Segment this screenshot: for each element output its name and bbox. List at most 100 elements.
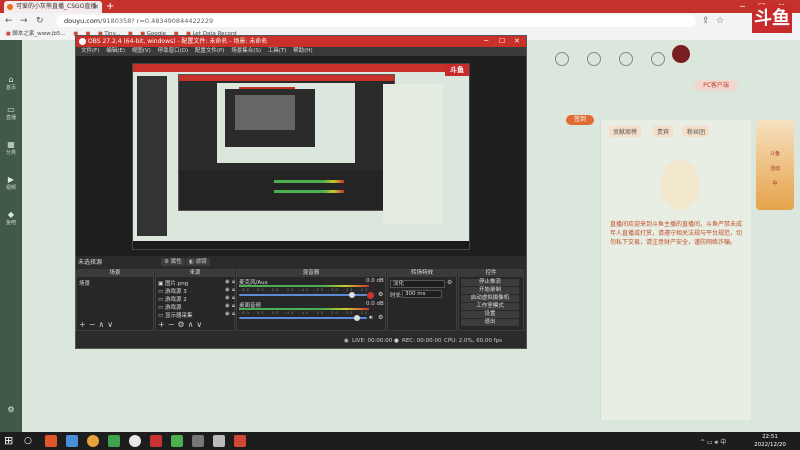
stop-streaming-button[interactable]: 停止推流 — [461, 279, 519, 286]
volume-slider[interactable] — [239, 317, 367, 319]
start-recording-button[interactable]: 开始录制 — [461, 287, 519, 294]
source-controls[interactable]: +−⚙∧∨ — [158, 320, 205, 329]
muted-speaker-icon[interactable] — [367, 292, 374, 299]
url-input[interactable]: douyu.com/9180358? r=0.483490844422229 — [56, 15, 696, 27]
rail-item[interactable]: ▦ 分类 — [0, 140, 22, 156]
settings-button[interactable]: 设置 — [461, 311, 519, 318]
sign-button[interactable]: 签到 — [566, 115, 594, 125]
close-window-icon[interactable]: ✕ — [514, 36, 520, 47]
windows-start-icon[interactable]: ⊞ — [4, 435, 13, 447]
clock[interactable]: 22:51 2022/12/20 — [746, 433, 794, 449]
virtual-camera-button[interactable]: 启动虚拟摄像机 — [461, 295, 519, 302]
rail-item[interactable]: ▭ 直播 — [0, 105, 22, 121]
bookmark-item[interactable]: 脚本之家_www.jb5... — [6, 31, 66, 37]
eye-icon[interactable]: ◉ — [225, 295, 230, 301]
star-icon[interactable]: ☆ — [716, 15, 724, 27]
menu-tools[interactable]: 工具(T) — [268, 48, 287, 54]
menu-file[interactable]: 文件(F) — [81, 48, 99, 54]
menu-view[interactable]: 视图(V) — [132, 48, 151, 54]
taskbar-app-icon[interactable] — [192, 435, 204, 447]
new-tab-button[interactable]: + — [106, 0, 114, 13]
exit-button[interactable]: 退出 — [461, 319, 519, 326]
source-item[interactable]: ▭ 游戏源 2 ◉ 🔒︎ — [158, 295, 235, 303]
menu-profile[interactable]: 配置文件(P) — [195, 48, 225, 54]
avatar[interactable] — [672, 45, 690, 63]
reload-icon[interactable]: ↻ — [36, 15, 44, 27]
lock-icon[interactable]: 🔒︎ — [232, 303, 235, 310]
top-icon[interactable] — [580, 52, 608, 68]
taskbar-app-icon[interactable] — [108, 435, 120, 447]
gear-icon[interactable]: ⚙ — [378, 291, 383, 298]
taskbar-app-icon[interactable] — [213, 435, 225, 447]
rail-item[interactable]: ◆ 鱼吧 — [0, 210, 22, 226]
taskbar-app-icon[interactable] — [45, 435, 57, 447]
site-left-rail — [0, 40, 22, 432]
scene-controls[interactable]: +−∧∨ — [79, 320, 116, 329]
preview-canvas[interactable]: 斗鱼 — [132, 63, 470, 250]
menu-scene-collection[interactable]: 场景集合(S) — [231, 48, 261, 54]
taskbar-app-icon[interactable] — [171, 435, 183, 447]
lock-icon[interactable]: 🔒︎ — [232, 279, 235, 286]
browser-tab[interactable]: 可爱的小灰熊直播_CSGO直播 ✕ — [4, 1, 102, 13]
tab-vip[interactable]: 贵宾 — [653, 126, 674, 137]
search-icon[interactable]: ○ — [24, 436, 32, 446]
eye-icon[interactable]: ◉ — [225, 287, 230, 293]
menu-docks[interactable]: 停靠窗口(D) — [158, 48, 189, 54]
volume-knob[interactable] — [353, 315, 360, 321]
lock-icon[interactable]: 🔒︎ — [232, 287, 235, 294]
studio-mode-button[interactable]: 工作室模式 — [461, 303, 519, 310]
clock-date: 2022/12/20 — [754, 442, 786, 448]
mixer-db: 0.0 dB — [366, 278, 384, 284]
mascot-image — [660, 160, 700, 210]
volume-slider[interactable] — [239, 294, 367, 296]
taskbar-app-icon[interactable] — [234, 435, 246, 447]
filters-button[interactable]: ◐ 滤镜 — [186, 258, 210, 266]
scene-item[interactable]: 场景 — [79, 279, 90, 287]
duration-input[interactable]: 300 ms — [402, 290, 442, 298]
top-icon[interactable] — [548, 52, 576, 68]
menu-edit[interactable]: 编辑(E) — [106, 48, 125, 54]
gear-icon[interactable]: ⚙ — [378, 314, 383, 321]
obs-menu-bar: 文件(F) 编辑(E) 视图(V) 停靠窗口(D) 配置文件(P) 场景集合(S… — [76, 47, 526, 56]
taskbar-app-icon[interactable] — [129, 435, 141, 447]
eye-icon[interactable]: ◉ — [225, 279, 230, 285]
taskbar-app-icon[interactable] — [87, 435, 99, 447]
speaker-icon[interactable]: 🔊︎ — [369, 314, 373, 322]
rail-item[interactable]: ▶ 视频 — [0, 175, 22, 191]
url-host: douyu.com — [64, 17, 101, 25]
rail-item[interactable]: ⚙ — [0, 405, 22, 414]
source-item[interactable]: ▭ 显示器采集 ◉ 🔒︎ — [158, 311, 235, 319]
menu-help[interactable]: 帮助(H) — [293, 48, 312, 54]
volume-knob[interactable] — [348, 292, 355, 298]
tab-fans[interactable]: 粉丝团 — [683, 126, 710, 137]
forward-icon[interactable]: → — [20, 15, 28, 27]
properties-button[interactable]: ⚙ 属性 — [161, 258, 185, 266]
duration-label: 时长 — [390, 293, 402, 299]
source-item[interactable]: ▭ 游戏源 3 ◉ 🔒︎ — [158, 287, 235, 295]
gear-icon[interactable]: ⚙ — [447, 279, 452, 286]
system-tray[interactable]: ^ ▭ 🔊︎ 中 — [700, 437, 726, 447]
tab-weekly[interactable]: 贡献周榜 — [609, 126, 642, 137]
transition-select[interactable]: 淡化 — [390, 280, 445, 288]
promo-banner[interactable]: 斗鱼 活动 中 — [756, 120, 794, 210]
back-icon[interactable]: ← — [5, 15, 13, 27]
minimize-icon[interactable]: ─ — [740, 0, 745, 13]
rail-item[interactable]: ⌂ 首页 — [0, 75, 22, 91]
eye-icon[interactable]: ◉ — [225, 303, 230, 309]
taskbar-app-icon[interactable] — [150, 435, 162, 447]
close-icon[interactable]: ✕ — [93, 1, 99, 13]
minimize-icon[interactable]: ─ — [484, 36, 488, 47]
source-item[interactable]: ▭ 游戏源 ◉ 🔒︎ — [158, 303, 235, 311]
eye-icon[interactable]: ◉ — [225, 311, 230, 317]
preview-meter — [274, 190, 344, 193]
share-icon[interactable]: ⇪ — [702, 15, 710, 27]
chat-message: 直播间欢迎来到斗鱼主播的直播间，斗鱼严禁未成年人直播或打赏，请遵守相关法规与平台… — [610, 221, 743, 246]
taskbar-app-icon[interactable] — [66, 435, 78, 447]
pc-client-button[interactable]: PC客户端 — [694, 80, 738, 91]
maximize-icon[interactable]: ☐ — [499, 36, 505, 47]
source-item[interactable]: ▣ 图片.png ◉ 🔒︎ — [158, 279, 235, 287]
lock-icon[interactable]: 🔒︎ — [232, 311, 235, 318]
lock-icon[interactable]: 🔒︎ — [232, 295, 235, 302]
top-icon[interactable] — [644, 52, 672, 68]
top-icon[interactable] — [612, 52, 640, 68]
